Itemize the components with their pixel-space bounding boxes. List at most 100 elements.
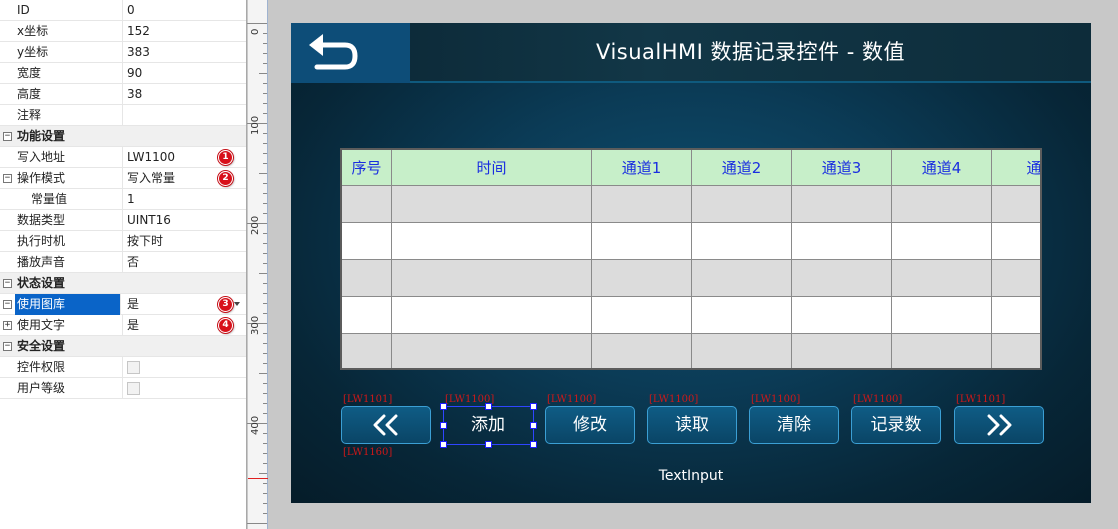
button-label: 记录数 bbox=[870, 415, 922, 435]
collapse-icon[interactable]: − bbox=[3, 342, 12, 351]
property-row[interactable]: 播放声音否 bbox=[0, 252, 246, 273]
table-cell bbox=[992, 334, 1040, 368]
resize-handle[interactable] bbox=[440, 441, 447, 448]
resize-handle[interactable] bbox=[530, 441, 537, 448]
ruler-tick bbox=[259, 373, 267, 374]
next-button[interactable] bbox=[954, 406, 1044, 444]
table-cell bbox=[342, 334, 392, 368]
property-row[interactable]: − 使用图库是 3 bbox=[0, 294, 246, 315]
ruler-tick bbox=[259, 273, 267, 274]
property-row[interactable]: 执行时机 按下时 bbox=[0, 231, 246, 252]
property-row[interactable]: 控件权限 bbox=[0, 357, 246, 378]
ruler-tick bbox=[263, 363, 267, 364]
property-value[interactable]: 0 bbox=[127, 0, 135, 21]
ruler-label: 0 bbox=[250, 28, 261, 35]
property-row[interactable]: + 使用文字是 4 bbox=[0, 315, 246, 336]
property-value[interactable]: 152 bbox=[127, 21, 150, 42]
text-input-label[interactable]: TextInput bbox=[641, 468, 741, 484]
table-cell bbox=[792, 186, 892, 223]
prev-button[interactable] bbox=[341, 406, 431, 444]
read-button[interactable]: 读取 bbox=[647, 406, 737, 444]
resize-handle[interactable] bbox=[485, 441, 492, 448]
property-checkbox[interactable] bbox=[127, 382, 140, 395]
ruler-tick bbox=[263, 33, 267, 34]
property-name: 安全设置 bbox=[17, 339, 66, 353]
collapse-icon[interactable]: − bbox=[3, 174, 12, 183]
edit-button[interactable]: 修改 bbox=[545, 406, 635, 444]
table-header-cell: 时间 bbox=[392, 150, 592, 186]
ruler-tick bbox=[263, 63, 267, 64]
annotation-badge: 2 bbox=[218, 171, 233, 186]
property-value[interactable]: LW1100 bbox=[127, 147, 175, 168]
table-cell bbox=[792, 297, 892, 334]
ruler-tick bbox=[263, 193, 267, 194]
property-name: ID bbox=[17, 0, 123, 21]
ruler-label: 200 bbox=[250, 215, 261, 235]
table-cell bbox=[692, 223, 792, 260]
data-record-table[interactable]: 序号时间通道1通道2通道3通道4通道 bbox=[340, 148, 1042, 370]
table-cell bbox=[342, 186, 392, 223]
table-header-cell: 通道3 bbox=[792, 150, 892, 186]
property-category[interactable]: − 安全设置 bbox=[0, 336, 246, 357]
property-row[interactable]: 写入地址 LW1100 1 bbox=[0, 147, 246, 168]
property-row[interactable]: 高度 38 bbox=[0, 84, 246, 105]
resize-handle[interactable] bbox=[440, 422, 447, 429]
expand-icon[interactable]: + bbox=[3, 321, 12, 330]
property-row[interactable]: x坐标 152 bbox=[0, 21, 246, 42]
collapse-icon[interactable]: − bbox=[3, 279, 12, 288]
button-address-label: [LW1101] bbox=[343, 394, 393, 405]
property-name: 用户等级 bbox=[17, 378, 123, 399]
table-header-cell: 通道4 bbox=[892, 150, 992, 186]
clear-button[interactable]: 清除 bbox=[749, 406, 839, 444]
ruler-label: 100 bbox=[250, 115, 261, 135]
property-value[interactable]: 是 bbox=[127, 294, 139, 315]
ruler-tick bbox=[263, 133, 267, 134]
property-category[interactable]: − 状态设置 bbox=[0, 273, 246, 294]
dropdown-arrow-icon[interactable] bbox=[234, 302, 240, 306]
property-value[interactable]: 否 bbox=[127, 252, 139, 273]
collapse-icon[interactable]: − bbox=[3, 132, 12, 141]
double-chevron-right-icon bbox=[987, 414, 1012, 436]
table-cell bbox=[592, 334, 692, 368]
property-value[interactable]: 38 bbox=[127, 84, 142, 105]
collapse-icon[interactable]: − bbox=[3, 300, 12, 309]
ruler-tick bbox=[263, 183, 267, 184]
selection-frame[interactable] bbox=[440, 403, 537, 448]
property-value[interactable]: 是 bbox=[127, 315, 139, 336]
property-row[interactable]: 数据类型 UINT16 bbox=[0, 210, 246, 231]
resize-handle[interactable] bbox=[530, 422, 537, 429]
property-row[interactable]: 注释 bbox=[0, 105, 246, 126]
ruler-tick bbox=[263, 453, 267, 454]
property-value[interactable]: 90 bbox=[127, 63, 142, 84]
property-category[interactable]: − 功能设置 bbox=[0, 126, 246, 147]
hmi-screen[interactable]: VisualHMI 数据记录控件 - 数值 序号时间通道1通道2通道3通道4通道… bbox=[291, 23, 1091, 503]
table-cell bbox=[892, 186, 992, 223]
property-row[interactable]: y坐标 383 bbox=[0, 42, 246, 63]
vertical-ruler: 0 100 200 300 400 bbox=[247, 0, 268, 529]
count-button[interactable]: 记录数 bbox=[851, 406, 941, 444]
property-name: 注释 bbox=[17, 105, 123, 126]
table-cell bbox=[342, 260, 392, 297]
ruler-tick bbox=[263, 153, 267, 154]
table-cell bbox=[992, 297, 1040, 334]
ruler-tick bbox=[263, 163, 267, 164]
property-name: x坐标 bbox=[17, 21, 123, 42]
property-row[interactable]: 常量值 1 bbox=[0, 189, 246, 210]
design-canvas[interactable]: VisualHMI 数据记录控件 - 数值 序号时间通道1通道2通道3通道4通道… bbox=[269, 0, 1118, 529]
property-checkbox[interactable] bbox=[127, 361, 140, 374]
property-value[interactable]: 1 bbox=[127, 189, 135, 210]
property-row[interactable]: − 操作模式 写入常量 2 bbox=[0, 168, 246, 189]
back-button[interactable] bbox=[291, 23, 410, 83]
property-value[interactable]: UINT16 bbox=[127, 210, 171, 231]
resize-handle[interactable] bbox=[440, 403, 447, 410]
table-cell bbox=[692, 334, 792, 368]
property-value[interactable]: 写入常量 bbox=[127, 168, 175, 189]
property-value[interactable]: 按下时 bbox=[127, 231, 163, 252]
resize-handle[interactable] bbox=[485, 403, 492, 410]
ruler-tick bbox=[263, 383, 267, 384]
property-row[interactable]: 宽度 90 bbox=[0, 63, 246, 84]
property-value[interactable]: 383 bbox=[127, 42, 150, 63]
property-row[interactable]: 用户等级 bbox=[0, 378, 246, 399]
property-row[interactable]: ID 0 bbox=[0, 0, 246, 21]
resize-handle[interactable] bbox=[530, 403, 537, 410]
